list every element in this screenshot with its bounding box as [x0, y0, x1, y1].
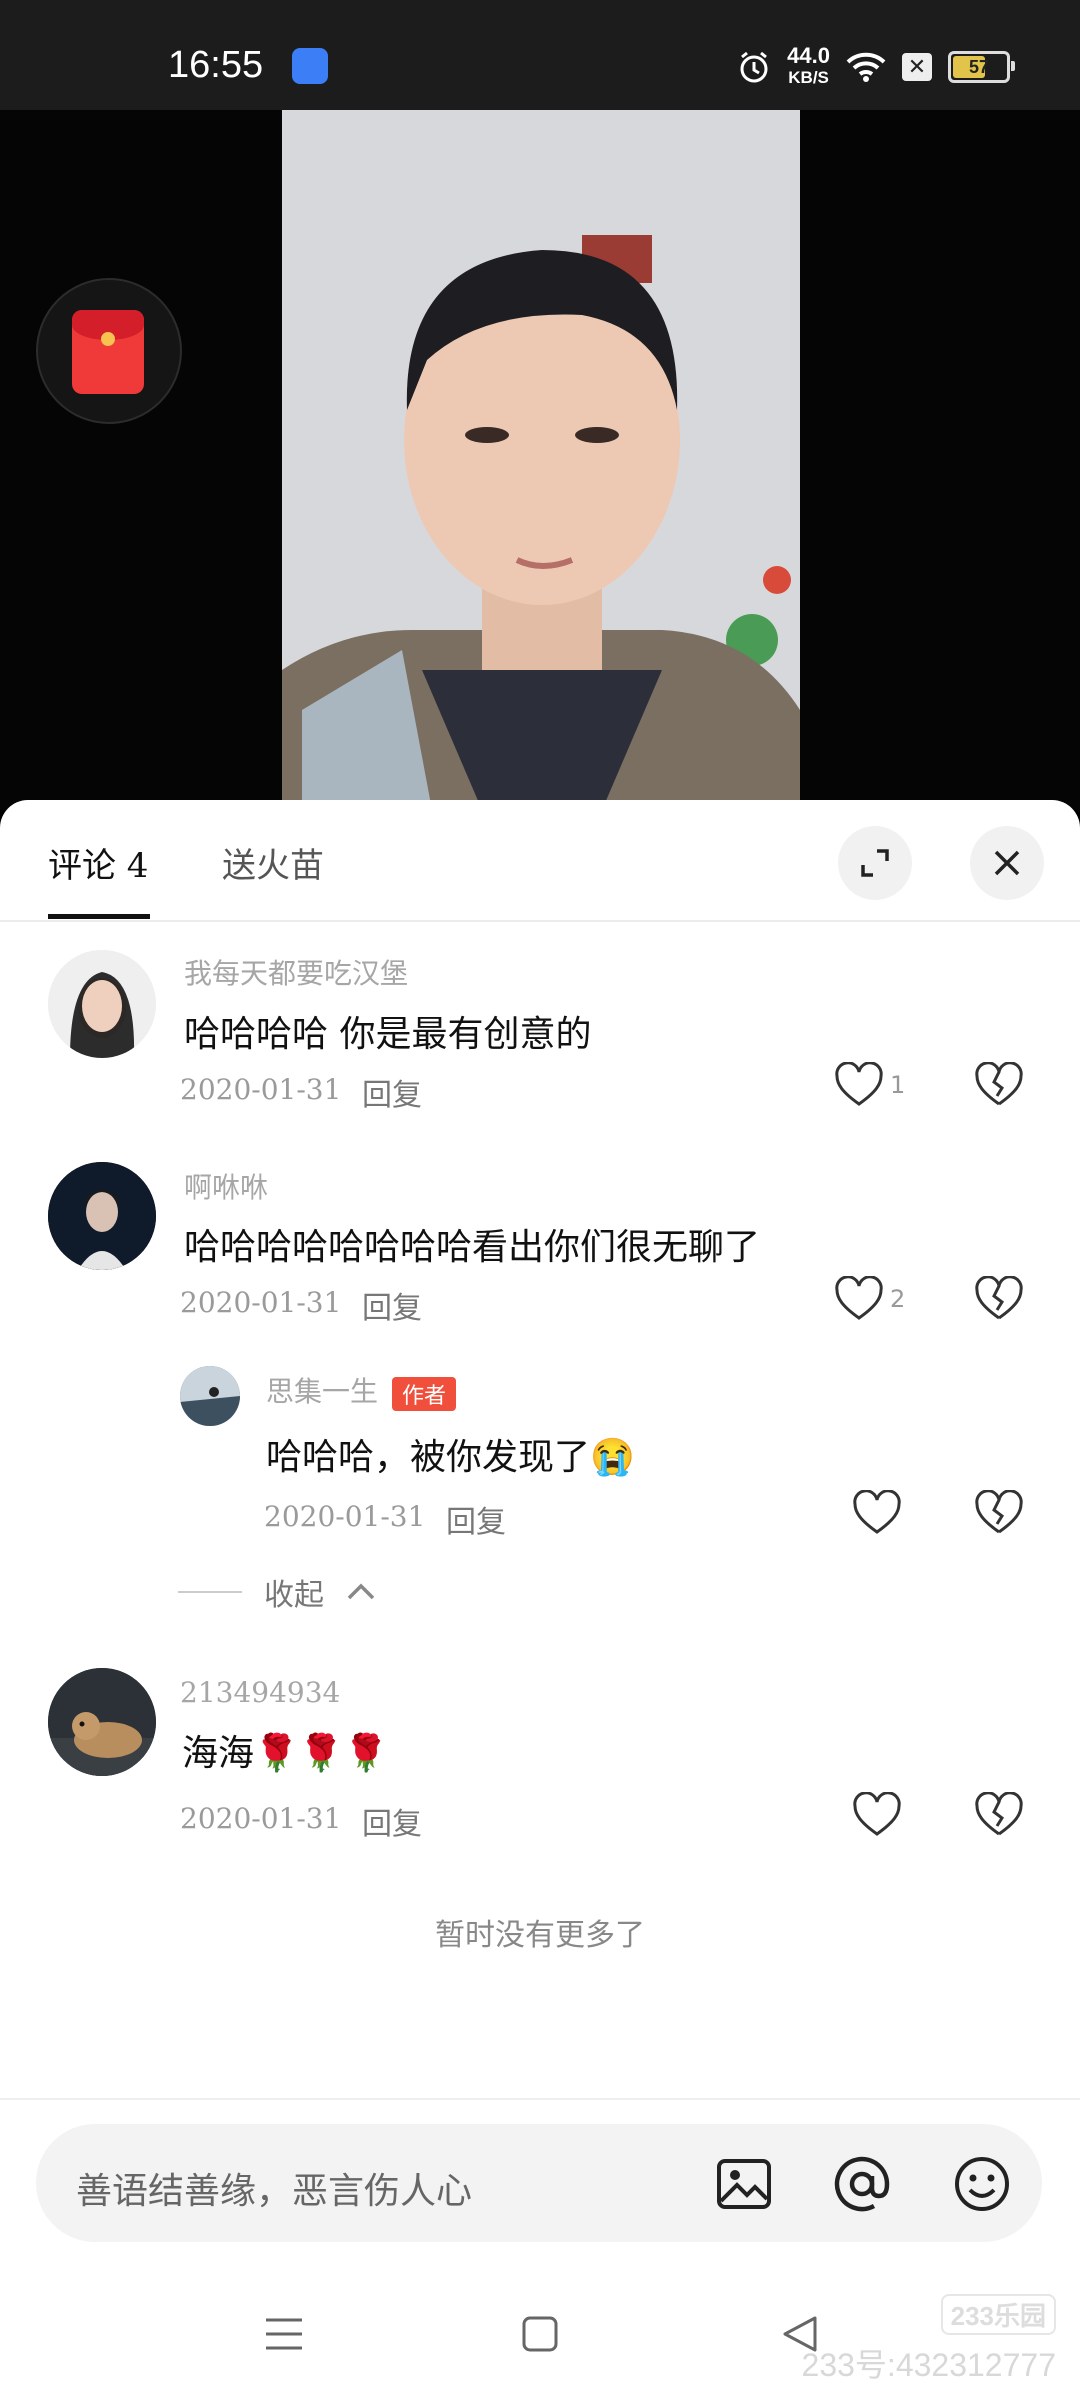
network-speed-unit: KB/S: [788, 68, 829, 87]
network-speed: 44.0 KB/S: [787, 45, 830, 89]
battery-icon: 57: [948, 51, 1015, 83]
avatar[interactable]: [180, 1366, 240, 1426]
tab-send-flame[interactable]: 送火苗: [222, 838, 324, 887]
comment-input[interactable]: 善语结善缘，恶言伤人心: [36, 2124, 1042, 2242]
home-button[interactable]: [512, 2306, 568, 2362]
collapse-replies-button[interactable]: 收起: [178, 1570, 376, 1614]
comment-date: 2020-01-31: [180, 1073, 342, 1106]
red-packet-button[interactable]: [36, 278, 182, 424]
divider: [178, 1591, 242, 1593]
menu-button[interactable]: [256, 2306, 312, 2362]
avatar[interactable]: [48, 950, 156, 1058]
heart-icon: [835, 1062, 883, 1106]
comment-username[interactable]: 213494934: [180, 1676, 340, 1709]
like-button[interactable]: [852, 1490, 902, 1536]
broken-heart-icon: [975, 1061, 1023, 1106]
reply-username[interactable]: 思集一生 作者: [266, 1370, 457, 1411]
emoji-button[interactable]: [946, 2148, 1018, 2220]
broken-heart-icon: [975, 1489, 1023, 1534]
like-button[interactable]: 2: [834, 1276, 905, 1322]
alarm-icon: [740, 51, 768, 83]
avatar-image: [180, 1366, 240, 1426]
chevron-up-icon: [347, 1583, 375, 1600]
wifi-icon: [846, 52, 886, 82]
comment-input-placeholder: 善语结善缘，恶言伤人心: [76, 2171, 473, 2212]
expand-button[interactable]: [838, 826, 912, 900]
comment-text: 海海🌹🌹🌹: [182, 1733, 389, 1774]
dislike-button[interactable]: [974, 1489, 1024, 1540]
watermark-logo: 233乐园: [940, 2294, 1056, 2335]
reply-button[interactable]: 回复: [362, 1070, 422, 1114]
baidu-app-icon: [292, 48, 328, 84]
avatar[interactable]: [48, 1668, 156, 1776]
comment-text: 哈哈哈哈 你是最有创意的: [184, 1014, 592, 1055]
avatar-image: [48, 1162, 156, 1270]
battery-level: 57: [968, 56, 990, 77]
status-icons: 44.0 KB/S ✕ 57: [737, 42, 1015, 92]
like-count: 2: [890, 1285, 906, 1313]
reply-button[interactable]: 回复: [362, 1799, 422, 1843]
reply-username-text: 思集一生: [266, 1375, 379, 1408]
reply-button[interactable]: 回复: [446, 1497, 506, 1541]
avatar-image: [48, 1668, 156, 1776]
heart-icon: [853, 1792, 901, 1836]
status-time: 16:55: [168, 44, 264, 86]
mention-button[interactable]: [826, 2148, 898, 2220]
tab-comments[interactable]: 评论 4: [48, 838, 151, 919]
comment-username[interactable]: 啊咻咻: [184, 1166, 268, 1206]
dislike-button[interactable]: [974, 1791, 1024, 1842]
square-home-icon: [522, 2316, 558, 2352]
comment-text: 哈哈哈哈哈哈哈哈看出你们很无聊了: [184, 1227, 761, 1268]
close-icon: [994, 850, 1020, 876]
broken-heart-icon: [975, 1791, 1023, 1836]
comment-date: 2020-01-31: [180, 1802, 342, 1835]
image-icon: [717, 2159, 771, 2209]
expand-icon: [861, 849, 889, 877]
like-button[interactable]: [852, 1792, 902, 1838]
smiley-icon: [955, 2157, 1009, 2211]
no-sim-icon: ✕: [902, 53, 932, 81]
like-count: 1: [890, 1071, 906, 1099]
reply-text: 哈哈哈，被你发现了😭: [266, 1437, 635, 1478]
broken-heart-icon: [975, 1275, 1023, 1320]
collapse-label: 收起: [264, 1578, 324, 1613]
network-speed-value: 44.0: [787, 43, 830, 68]
heart-icon: [853, 1490, 901, 1534]
red-envelope-icon: [72, 310, 144, 394]
video-frame[interactable]: [282, 110, 800, 810]
close-button[interactable]: [970, 826, 1044, 900]
video-person-image: [282, 110, 800, 810]
comments-tab-bar: 评论 4 送火苗: [0, 800, 1080, 922]
comment-date: 2020-01-31: [180, 1286, 342, 1319]
image-button[interactable]: [708, 2148, 780, 2220]
video-player[interactable]: [0, 110, 1080, 810]
status-bar: 16:55 44.0 KB/S ✕ 57: [0, 0, 1080, 110]
at-mention-icon: [834, 2156, 890, 2212]
comment-username[interactable]: 我每天都要吃汉堡: [184, 952, 408, 992]
menu-icon: [266, 2318, 302, 2350]
heart-icon: [835, 1276, 883, 1320]
system-nav-bar: 233乐园 233号:432312777: [0, 2264, 1080, 2400]
author-badge: 作者: [392, 1376, 457, 1411]
like-button[interactable]: 1: [834, 1062, 905, 1108]
comment-input-bar: 善语结善缘，恶言伤人心: [0, 2098, 1080, 2266]
dislike-button[interactable]: [974, 1061, 1024, 1112]
dislike-button[interactable]: [974, 1275, 1024, 1326]
reply-button[interactable]: 回复: [362, 1283, 422, 1327]
reply-date: 2020-01-31: [264, 1500, 426, 1533]
avatar[interactable]: [48, 1162, 156, 1270]
avatar-image: [48, 950, 156, 1058]
watermark-text: 233号:432312777: [801, 2347, 1056, 2383]
no-more-text: 暂时没有更多了: [435, 1918, 645, 1953]
